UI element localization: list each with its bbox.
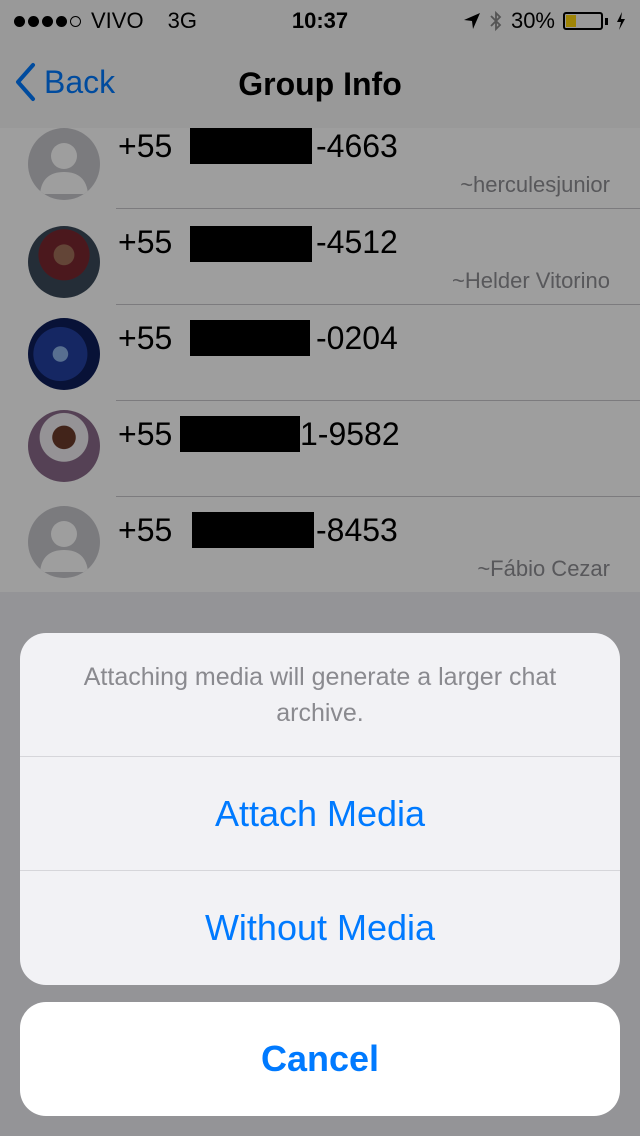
cancel-button[interactable]: Cancel [20,1002,620,1116]
action-sheet-message: Attaching media will generate a larger c… [20,633,620,757]
action-sheet: Attaching media will generate a larger c… [20,633,620,985]
without-media-button[interactable]: Without Media [20,871,620,985]
attach-media-button[interactable]: Attach Media [20,757,620,871]
